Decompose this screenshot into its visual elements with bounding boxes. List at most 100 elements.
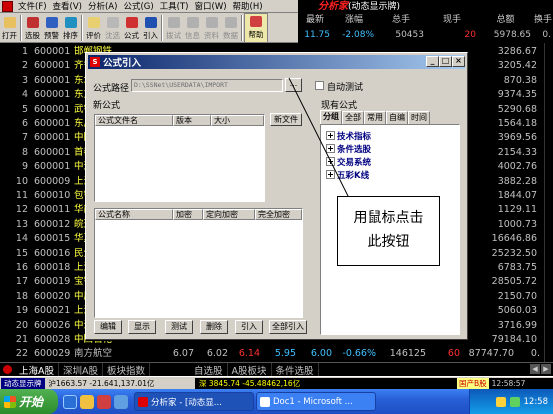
menu-formula[interactable]: 公式(G) — [120, 0, 156, 12]
header-full-encryption[interactable]: 完全加密 — [255, 209, 302, 220]
tree-node-icon — [325, 170, 335, 180]
ie-icon[interactable] — [63, 394, 77, 409]
tab-time[interactable]: 时间 — [408, 111, 430, 124]
taskbar-item-word[interactable]: Doc1 - Microsoft ... — [256, 392, 376, 411]
turnover-value: 0. — [542, 30, 551, 40]
header-turnover[interactable]: 换手 — [533, 13, 553, 28]
header-size[interactable]: 大小 — [211, 115, 264, 126]
tab-scroll-right-icon[interactable]: ▶ — [541, 364, 551, 374]
header-version[interactable]: 版本 — [173, 115, 211, 126]
minimize-button[interactable]: _ — [426, 56, 439, 67]
test-label: 拨试 — [166, 31, 181, 40]
preferred-button[interactable]: 沈选 — [103, 13, 122, 43]
alert-button[interactable]: 预警 — [42, 13, 61, 43]
taskbar-item-analyst[interactable]: 分析家 - [动态显... — [134, 392, 254, 411]
menu-tools[interactable]: 工具(T) — [157, 0, 192, 12]
tab-watchlist[interactable]: 自选股 — [190, 362, 228, 377]
tree-item-candlestick[interactable]: 五彩K线 — [325, 169, 370, 181]
maximize-button[interactable]: □ — [439, 56, 452, 67]
tree-item-condition[interactable]: 条件选股 — [325, 143, 371, 155]
header-current-volume[interactable]: 现手 — [426, 13, 478, 28]
tree-item-technical[interactable]: 技术指标 — [325, 130, 371, 142]
select-stock-button[interactable]: 选股 — [23, 13, 42, 43]
menu-analysis[interactable]: 分析(A) — [85, 0, 120, 12]
data-button[interactable]: 数据 — [221, 13, 240, 43]
desktop-icon[interactable] — [114, 394, 128, 409]
change-percent: -0.66% — [342, 348, 376, 359]
stock-row-last[interactable]: 22 600029 南方航空 6.07 6.02 6.14 5.95 6.00 … — [0, 345, 553, 363]
latest-value: 11.75 — [304, 30, 330, 40]
start-button[interactable]: 开始 — [0, 389, 58, 414]
import-label: 引入 — [143, 31, 158, 40]
tab-common[interactable]: 常用 — [364, 111, 386, 124]
dialog-titlebar[interactable]: S 公式引入 _ □ × — [88, 55, 465, 69]
tab-scroll-left-icon[interactable]: ◀ — [530, 364, 540, 374]
evaluate-button[interactable]: 评价 — [84, 13, 103, 43]
callout-line-2: 此按钮 — [367, 234, 410, 250]
new-file-button[interactable]: 新文件 — [270, 113, 302, 126]
import-all-button[interactable]: 全部引入 — [269, 320, 307, 334]
tab-a-share-sectors[interactable]: A股板块 — [228, 362, 272, 377]
header-file-name[interactable]: 公式文件名 — [95, 115, 173, 126]
browse-button[interactable]: ... — [285, 78, 302, 92]
edit-button[interactable]: 编辑 — [94, 320, 122, 334]
quote-column-headers: 最新 涨幅 总手 现手 总额 换手 — [298, 13, 553, 28]
import-button[interactable]: 引入 — [141, 13, 160, 43]
menu-view[interactable]: 查看(V) — [50, 0, 85, 12]
tab-shanghai-a[interactable]: 上海A股 — [15, 362, 59, 377]
tree-item-candlestick-label: 五彩K线 — [337, 170, 370, 181]
stock-code: 600029 — [34, 348, 71, 359]
change-value: -2.08% — [342, 30, 374, 40]
tree-item-trading[interactable]: 交易系统 — [325, 156, 371, 168]
vertical-scrollbar[interactable] — [544, 43, 553, 362]
header-directed-encryption[interactable]: 定向加密 — [203, 209, 255, 220]
callout-box: 用鼠标点击 此按钮 — [337, 196, 440, 266]
menu-file[interactable]: 文件(F) — [15, 0, 50, 12]
folder-icon[interactable] — [80, 394, 94, 409]
path-input[interactable]: D:\SSNet\USERDATA\IMPORT — [131, 79, 283, 92]
header-change[interactable]: 涨幅 — [332, 13, 376, 28]
tab-group[interactable]: 分组 — [320, 110, 342, 124]
media-icon[interactable] — [97, 394, 111, 409]
close-button[interactable]: × — [452, 56, 465, 67]
dialog-title: 公式引入 — [103, 58, 142, 69]
delete-button[interactable]: 删除 — [200, 320, 228, 334]
tab-sector-index[interactable]: 板块指数 — [103, 362, 151, 377]
tray-network-icon[interactable] — [509, 396, 520, 407]
info-button[interactable]: 信息 — [183, 13, 202, 43]
header-latest[interactable]: 最新 — [298, 13, 332, 28]
formula-button[interactable]: 公式 — [122, 13, 141, 43]
callout-line-1: 用鼠标点击 — [353, 210, 424, 226]
formula-file-list[interactable]: 公式文件名 版本 大小 — [94, 114, 265, 202]
quote-top-row: 11.75 -2.08% 50453 20 5978.65 0. — [298, 28, 553, 43]
help-label: 帮助 — [248, 30, 264, 39]
tab-all[interactable]: 全部 — [342, 111, 364, 124]
tab-condition-select[interactable]: 条件选股 — [272, 362, 319, 377]
help-button[interactable]: 帮助 — [244, 13, 268, 43]
header-total-volume[interactable]: 总手 — [376, 13, 426, 28]
app-system-icon[interactable] — [2, 0, 13, 12]
menu-help[interactable]: 帮助(H) — [230, 0, 266, 12]
auto-test-checkbox[interactable] — [315, 81, 324, 90]
latest-price: 6.00 — [310, 348, 332, 359]
menu-window[interactable]: 窗口(W) — [192, 0, 230, 12]
system-tray: 12:58 — [469, 389, 553, 414]
import-formula-button[interactable]: 引入 — [235, 320, 263, 334]
test-formula-button[interactable]: 测试 — [165, 320, 193, 334]
show-button[interactable]: 显示 — [128, 320, 156, 334]
test-button[interactable]: 拨试 — [164, 13, 183, 43]
taskbar-item-analyst-label: 分析家 - [动态显... — [151, 397, 222, 408]
status-app-name[interactable]: 动态显示牌 — [1, 377, 45, 389]
tray-app-icon[interactable] — [495, 396, 506, 407]
header-encrypted[interactable]: 加密 — [173, 209, 203, 220]
header-formula-name[interactable]: 公式名称 — [95, 209, 173, 220]
toolbar-separator — [81, 15, 83, 41]
materials-button[interactable]: 资料 — [202, 13, 221, 43]
sort-button[interactable]: 排序 — [61, 13, 80, 43]
tab-custom[interactable]: 自编 — [386, 111, 408, 124]
tab-shenzhen-a[interactable]: 深圳A股 — [59, 362, 103, 377]
open-button[interactable]: 打开 — [0, 13, 19, 43]
status-b-share-link[interactable]: 国产B股 — [457, 377, 489, 389]
header-amount[interactable]: 总额 — [478, 13, 533, 28]
formula-name-list[interactable]: 公式名称 加密 定向加密 完全加密 — [94, 208, 303, 318]
